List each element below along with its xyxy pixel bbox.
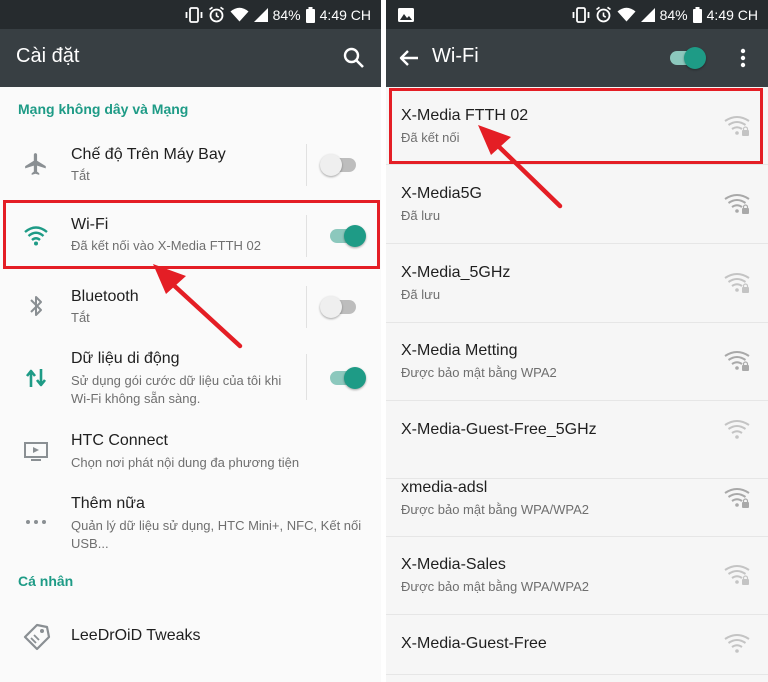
network-item[interactable]: X-Media_5GHz Đã lưu	[386, 245, 768, 323]
cast-icon	[22, 437, 50, 465]
setting-title: Dữ liệu di động	[71, 350, 180, 367]
row-divider	[306, 354, 307, 400]
network-item[interactable]: X-Media-Guest-Free	[386, 615, 768, 675]
back-button[interactable]	[394, 43, 424, 73]
row-divider	[306, 144, 307, 186]
battery-icon	[305, 6, 315, 23]
vibrate-icon	[572, 6, 590, 23]
clock: 4:49 CH	[319, 6, 371, 23]
setting-title: LeeDrOiD Tweaks	[71, 627, 201, 644]
setting-subtitle: Quản lý dữ liệu sử dụng, HTC Mini+, NFC,…	[71, 518, 362, 551]
setting-title: Chế độ Trên Máy Bay	[71, 146, 226, 163]
section-header-wireless: Mạng không dây và Mạng	[18, 101, 189, 117]
setting-htc-connect[interactable]: HTC Connect Chọn nơi phát nội dung đa ph…	[0, 422, 381, 484]
mobile-data-toggle[interactable]	[328, 366, 366, 390]
network-name: X-Media-Guest-Free_5GHz	[401, 421, 597, 438]
network-name: X-Media5G	[401, 185, 482, 202]
status-icons: 84% 4:49 CH	[572, 0, 758, 29]
clock: 4:49 CH	[706, 6, 758, 23]
wifi-icon	[724, 420, 750, 439]
highlight-box-connected-network	[389, 88, 763, 164]
page-title: Cài đặt	[16, 45, 80, 67]
setting-title: Thêm nữa	[71, 495, 145, 512]
highlight-box-wifi-setting	[3, 200, 380, 269]
bluetooth-icon	[22, 292, 50, 320]
wifi-status-icon	[230, 7, 249, 22]
wifi-lock-icon	[724, 351, 750, 371]
network-item[interactable]: X-Media Metting Được bảo mật bằng WPA2	[386, 323, 768, 401]
airplane-mode-toggle[interactable]	[320, 153, 358, 177]
wifi-lock-icon	[724, 273, 750, 293]
alarm-icon	[208, 6, 224, 23]
network-status: Được bảo mật bằng WPA/WPA2	[401, 579, 589, 594]
network-status: Đã lưu	[401, 287, 441, 302]
arrow-back-icon	[399, 50, 418, 66]
wifi-master-toggle[interactable]	[668, 46, 706, 70]
row-divider	[306, 286, 307, 328]
battery-level: 84%	[272, 6, 301, 23]
setting-subtitle: Chọn nơi phát nội dung đa phương tiện	[71, 455, 300, 470]
network-status: Đã lưu	[401, 208, 441, 223]
more-vert-icon	[740, 48, 746, 68]
page-title: Wi-Fi	[432, 45, 479, 67]
network-item[interactable]: xmedia-adsl Được bảo mật bằng WPA/WPA2	[386, 459, 768, 537]
setting-more[interactable]: Thêm nữa Quản lý dữ liệu sử dụng, HTC Mi…	[0, 486, 381, 566]
status-bar: 84% 4:49 CH	[0, 0, 381, 29]
network-status: Được bảo mật bằng WPA2	[401, 365, 557, 380]
setting-mobile-data[interactable]: Dữ liệu di động Sử dụng gói cước dữ liệu…	[0, 340, 381, 420]
setting-airplane-mode[interactable]: Chế độ Trên Máy Bay Tắt	[0, 134, 381, 196]
network-item[interactable]: X-Media5G Đã lưu	[386, 166, 768, 244]
battery-icon	[692, 6, 702, 23]
network-name: X-Media-Sales	[401, 556, 506, 573]
swap-vert-icon	[22, 364, 50, 392]
app-bar: Cài đặt	[0, 29, 381, 87]
setting-subtitle: Sử dụng gói cước dữ liệu của tôi khi Wi-…	[71, 373, 282, 406]
setting-title: Bluetooth	[71, 288, 139, 305]
network-name: xmedia-adsl	[401, 479, 488, 496]
network-name: X-Media_5GHz	[401, 264, 511, 281]
tag-icon	[20, 620, 52, 652]
signal-icon	[640, 7, 655, 22]
status-icons: 84% 4:49 CH	[185, 0, 371, 29]
settings-screen: 84% 4:49 CH Cài đặt Mạng không dây và Mạ…	[0, 0, 381, 682]
more-horiz-icon	[22, 508, 50, 536]
bluetooth-toggle[interactable]	[320, 295, 358, 319]
wifi-status-icon	[617, 7, 636, 22]
setting-bluetooth[interactable]: Bluetooth Tắt	[0, 276, 381, 338]
signal-icon	[253, 7, 268, 22]
wifi-lock-icon	[724, 565, 750, 585]
search-icon	[343, 47, 364, 68]
wifi-lock-icon	[724, 194, 750, 214]
section-header-personal: Cá nhân	[18, 573, 74, 589]
search-button[interactable]	[340, 44, 368, 72]
network-name: X-Media Metting	[401, 342, 518, 359]
overflow-menu-button[interactable]	[731, 43, 755, 73]
status-bar: 84% 4:49 CH	[386, 0, 768, 29]
alarm-icon	[595, 6, 611, 23]
setting-title: HTC Connect	[71, 432, 168, 449]
vibrate-icon	[185, 6, 203, 23]
image-notification-icon	[398, 8, 414, 22]
wifi-icon	[724, 634, 750, 653]
network-item[interactable]: X-Media-Sales Được bảo mật bằng WPA/WPA2	[386, 537, 768, 615]
setting-leedroid-tweaks[interactable]: LeeDrOiD Tweaks	[0, 606, 381, 666]
battery-level: 84%	[659, 6, 688, 23]
wifi-lock-icon	[724, 488, 750, 508]
app-bar: Wi-Fi	[386, 29, 768, 87]
network-name: X-Media-Guest-Free	[401, 635, 547, 652]
airplane-icon	[22, 150, 50, 178]
network-status: Được bảo mật bằng WPA/WPA2	[401, 502, 589, 517]
